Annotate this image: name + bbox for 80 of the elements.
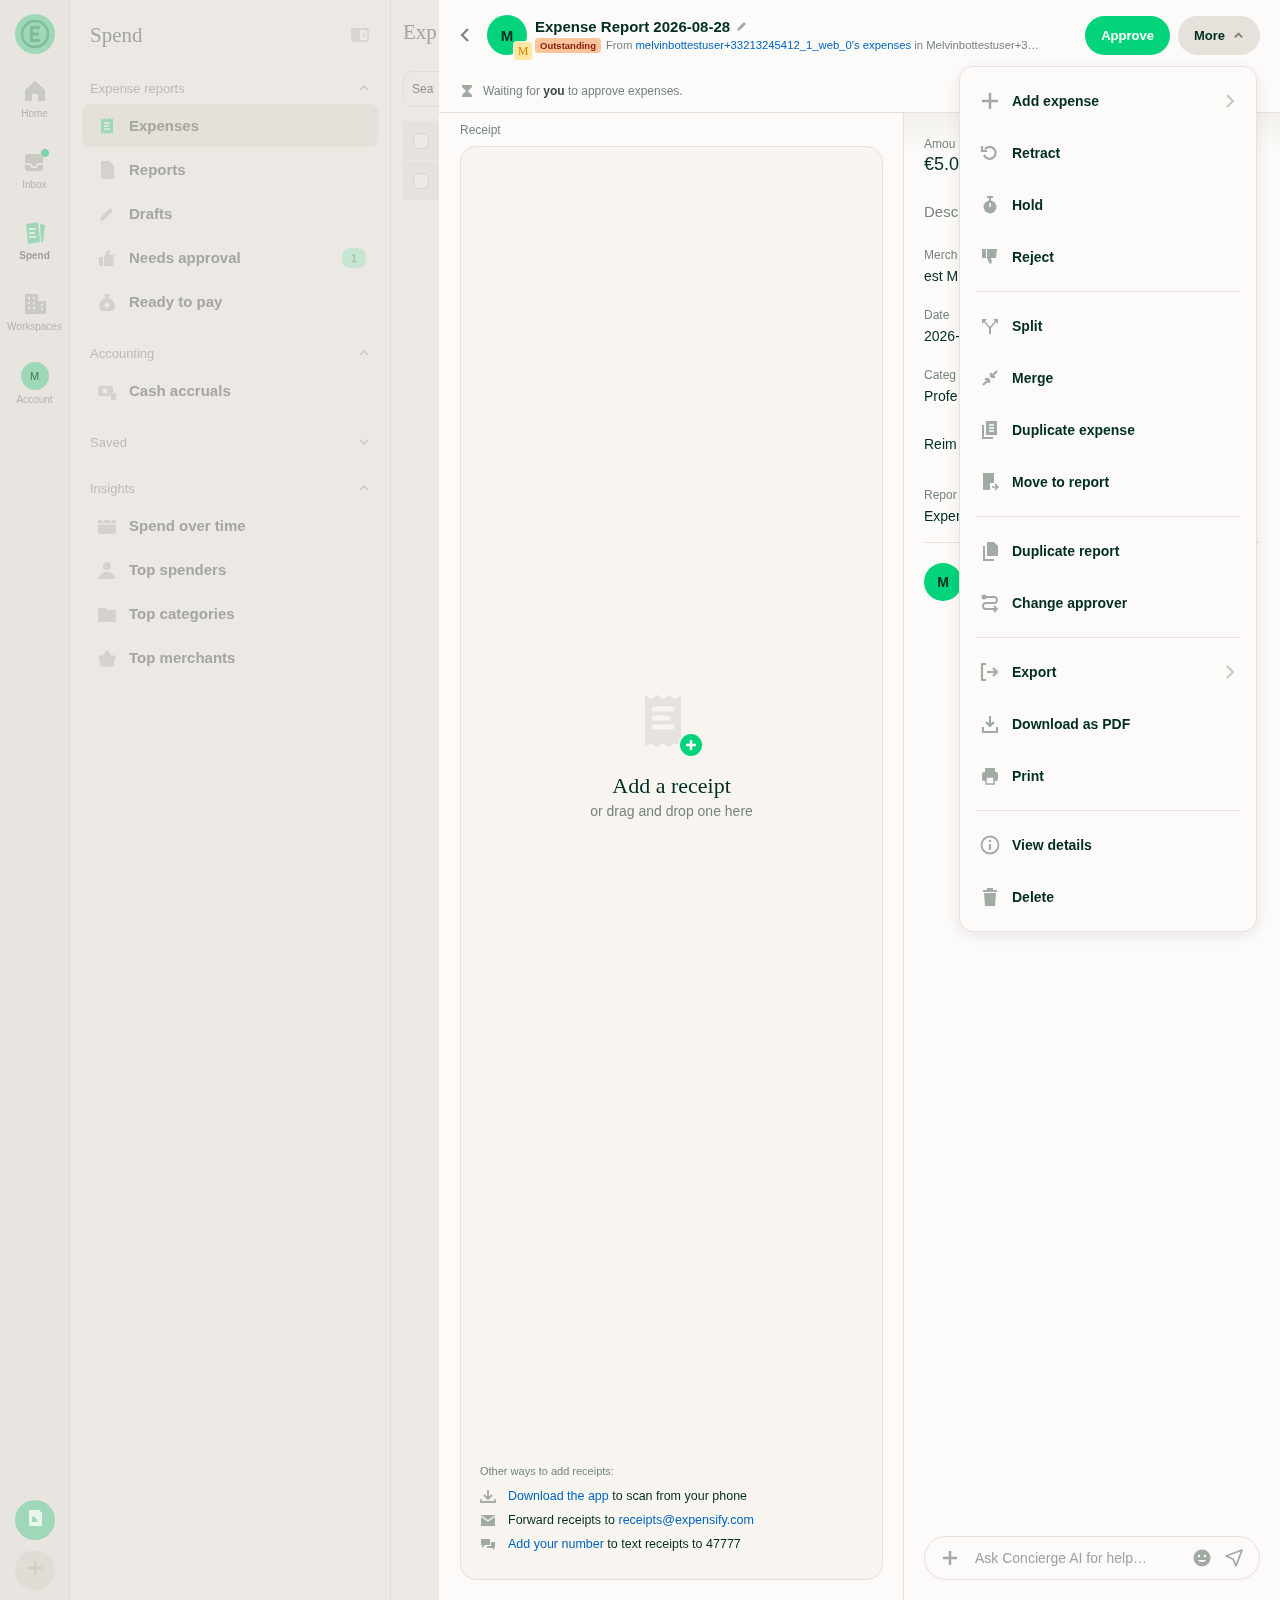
export-icon [980, 662, 1000, 682]
pencil-icon[interactable] [736, 20, 749, 32]
status-badge: Outstanding [535, 37, 601, 53]
envelope-icon [480, 1513, 496, 1527]
menu-item[interactable]: Duplicate report [960, 525, 1256, 577]
report-title: Expense Report 2026-08-28 [535, 17, 731, 35]
dropzone-hint: or drag and drop one here [590, 803, 753, 819]
dropzone-title: Add a receipt [612, 773, 731, 799]
instruction-text: Forward receipts to receipts@expensify.com [508, 1513, 754, 1527]
emoji-icon[interactable] [1193, 1549, 1211, 1567]
field-label[interactable]: Desc [924, 203, 959, 220]
avatar: M [924, 563, 962, 601]
chevron-icon [358, 436, 370, 448]
field-value[interactable]: est M [924, 268, 959, 284]
section-label: Receipt [460, 123, 502, 137]
menu-item[interactable]: Retract [960, 127, 1256, 179]
trash-icon [980, 887, 1000, 907]
menu-item[interactable]: Add expense [960, 75, 1256, 127]
field-value[interactable]: Profe [924, 388, 958, 404]
workspace-avatar: M [513, 41, 533, 61]
avatar: M [20, 362, 49, 390]
thumbs-down-icon [980, 247, 1000, 267]
field-label: Reim [924, 436, 957, 452]
route-icon [980, 593, 1000, 613]
sidebar-title: Spend [90, 22, 143, 48]
menu-item[interactable]: View details [960, 819, 1256, 871]
next-step-text: Waiting for you to approve expenses. [483, 84, 683, 98]
hourglass-icon [461, 84, 473, 98]
add-button[interactable] [14, 1550, 55, 1590]
menu-item[interactable]: Change approver [960, 577, 1256, 629]
link[interactable]: Add your number [508, 1537, 604, 1551]
link[interactable]: receipts@expensify.com [618, 1513, 754, 1527]
menu-item[interactable]: Duplicate expense [960, 404, 1256, 456]
thumbs-up-icon [97, 247, 117, 268]
menu-item[interactable]: Hold [960, 179, 1256, 231]
menu-item[interactable]: Export [960, 646, 1256, 698]
person-icon [97, 559, 117, 580]
menu-item[interactable]: Print [960, 750, 1256, 802]
receipt-arrow-icon [980, 472, 1000, 492]
copy-icon [980, 420, 1000, 440]
plus-icon[interactable] [941, 1549, 959, 1567]
chat-bubbles-icon [480, 1537, 496, 1551]
report-subtitle: From melvinbottestuser+33213245412_1_web_0's expenses in Melvinbottestuser+3… [605, 39, 1039, 51]
link[interactable]: melvinbottestuser+33213245412_1_web_0's expenses [635, 39, 912, 51]
instruction-text: Download the app to scan from your phone [508, 1489, 748, 1503]
logo-icon[interactable] [14, 14, 55, 54]
download-icon [480, 1489, 496, 1503]
undo-icon [980, 143, 1000, 163]
field-label: Merch [924, 248, 958, 262]
menu-item[interactable]: Download as PDF [960, 698, 1256, 750]
field-value[interactable]: Exper [924, 508, 961, 524]
menu-item[interactable]: Move to report [960, 456, 1256, 508]
menu-item[interactable]: Merge [960, 352, 1256, 404]
field-label: Amou [924, 137, 956, 151]
send-icon[interactable] [1225, 1549, 1243, 1567]
link[interactable]: Download the app [508, 1489, 609, 1503]
printer-icon [980, 766, 1000, 786]
new-button[interactable] [14, 1500, 55, 1540]
plus-icon [980, 91, 1000, 111]
copy-document-icon [980, 541, 1000, 561]
page-title: Exp [403, 20, 438, 45]
receipt-dropzone[interactable]: Add a receipt or drag and drop one here Other ways to add receipts: Download the app to scan from your phone Forward receipts to receipts@expensify.com Add your number to text receipts to 47777 [460, 146, 883, 1580]
instruction-text: Add your number to text receipts to 47777 [508, 1537, 741, 1551]
info-icon [980, 835, 1000, 855]
other-ways-heading: Other ways to add receipts: [480, 1465, 615, 1477]
more-button[interactable]: More [1177, 15, 1260, 55]
menu-item[interactable]: Delete [960, 871, 1256, 923]
menu-item[interactable]: Reject [960, 231, 1256, 283]
chevron-icon [1233, 29, 1244, 41]
menu-item[interactable]: Split [960, 300, 1256, 352]
field-label: Date [924, 308, 950, 322]
field-value[interactable]: 2026- [924, 328, 960, 344]
merge-arrows-icon [980, 368, 1000, 388]
split-arrows-icon [980, 316, 1000, 336]
amount-value[interactable]: €5.0 [924, 154, 960, 175]
money-bag-icon [97, 291, 117, 312]
field-label: Categ [924, 368, 957, 382]
chat-input-field[interactable]: Ask Concierge AI for help… [973, 1549, 1179, 1567]
field-label: Repor [924, 488, 957, 502]
download-icon [980, 714, 1000, 734]
